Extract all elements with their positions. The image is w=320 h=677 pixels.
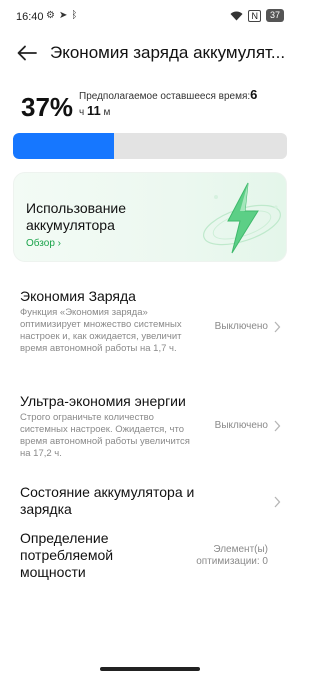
battery-saver-setting[interactable]: Экономия Заряда Функция «Экономия заряда… [0,288,300,368]
chevron-right-icon: › [57,238,62,249]
battery-health-title: Состояние аккумулятора и зарядка [20,484,195,517]
battery-level-fill [13,133,115,159]
chevron-right-icon [274,420,281,432]
bluetooth-icon: ᛒ [71,10,78,21]
status-bar: 16:40 ⚙ ➤ ᛒ N 37 [0,0,300,34]
lightning-icon [203,182,281,254]
home-indicator[interactable] [100,667,200,671]
battery-saver-title: Экономия Заряда [20,288,136,304]
page-title: Экономия заряда аккумулят... [50,43,286,62]
optimization-items-count: Элемент(ы) оптимизации: 0 [196,544,268,567]
gear-icon: ⚙ [46,10,55,21]
power-consumption-setting[interactable]: Определение потребляемой мощности Элемен… [0,530,300,582]
battery-status-icon: 37 [265,9,284,22]
battery-health-setting[interactable]: Состояние аккумулятора и зарядка [0,484,300,520]
remaining-time-value: ч 11 м [79,103,111,118]
status-left-icons: ⚙ ➤ ᛒ [46,10,77,22]
ultra-power-saving-setting[interactable]: Ультра-экономия энергии Строго ограничьт… [0,393,300,463]
navigation-icon: ➤ [58,10,68,21]
remaining-hours: 6 [250,87,258,102]
battery-level-bar [13,133,287,159]
overview-link[interactable]: Обзор › [26,238,61,249]
battery-usage-title: Использование аккумулятора [26,200,127,233]
wifi-icon [230,11,243,20]
battery-saver-status: Выключено [214,321,268,332]
battery-percent: 37% [21,92,74,122]
battery-saver-description: Функция «Экономия заряда» оптимизирует м… [20,307,182,354]
back-button[interactable] [14,40,40,66]
battery-usage-card[interactable]: Использование аккумулятора Обзор › [13,172,287,262]
back-arrow-icon [17,45,37,61]
status-right-icons: N 37 [230,9,284,22]
ultra-power-saving-title: Ультра-экономия энергии [20,393,186,409]
sim-icon: N [248,9,261,22]
ultra-power-saving-description: Строго ограничьте количество системных н… [20,412,190,459]
status-time: 16:40 [16,11,44,23]
ultra-power-saving-status: Выключено [214,420,268,431]
chevron-right-icon [274,496,281,508]
header: Экономия заряда аккумулят... [0,34,300,72]
remaining-minutes: 11 [87,103,101,118]
chevron-right-icon [274,321,281,333]
remaining-time-label: Предполагаемое оставшееся время:6 [79,87,258,102]
power-consumption-title: Определение потребляемой мощности [20,530,114,580]
